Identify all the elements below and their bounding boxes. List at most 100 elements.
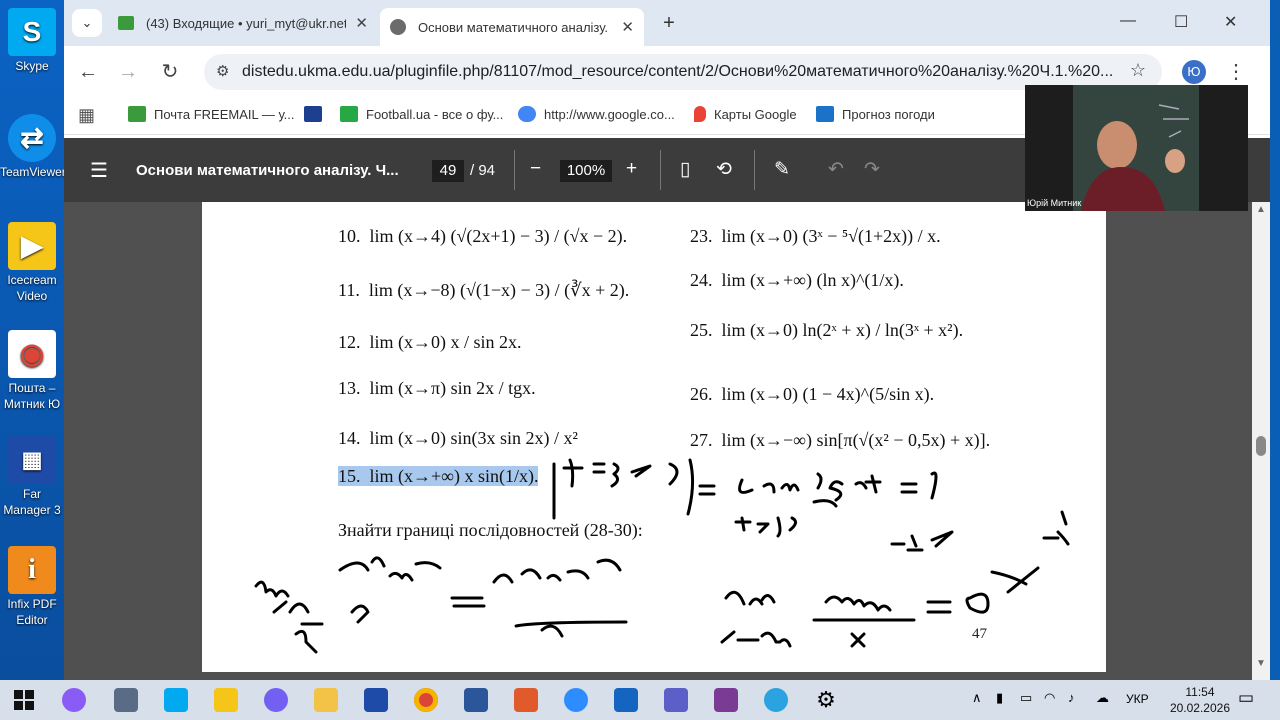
desktop-icon-mail[interactable]: ◉ Пошта – Митник Ю — [0, 330, 64, 412]
calculator-icon[interactable] — [114, 688, 138, 712]
word-icon[interactable] — [464, 688, 488, 712]
divider — [514, 150, 515, 190]
page-number-input[interactable]: 49 — [432, 160, 464, 182]
far-taskbar-icon[interactable] — [364, 688, 388, 712]
tab-pdf[interactable]: Основи математичного аналізу. Ч ✕ — [380, 8, 644, 46]
desktop-icon-teamviewer[interactable]: ⇄ TeamViewer — [0, 114, 64, 180]
handwriting-fraction-left — [338, 556, 442, 624]
chrome-taskbar-icon[interactable] — [414, 688, 438, 712]
globe-icon — [390, 19, 406, 35]
rotate-icon[interactable]: ⟲ — [716, 158, 732, 181]
tab-strip: ⌄ (43) Входящие • yuri_myt@ukr.net ✕ Осн… — [64, 0, 1270, 46]
skype-taskbar-icon[interactable] — [164, 688, 188, 712]
fit-page-icon[interactable]: ▯ — [680, 158, 690, 181]
tex-icon[interactable] — [714, 688, 738, 712]
telegram-icon[interactable] — [764, 688, 788, 712]
bookmark-google[interactable]: http://www.google.co... — [518, 106, 675, 122]
presenter-image — [1073, 85, 1199, 211]
desktop-icon-infix[interactable]: i Infix PDF Editor — [0, 546, 64, 628]
hamburger-menu-icon[interactable]: ☰ — [90, 158, 108, 183]
notifications-icon[interactable]: ▭ — [1238, 688, 1254, 708]
football-icon — [340, 106, 358, 122]
handwriting-fraction-right — [812, 595, 916, 648]
skype-icon: S — [8, 8, 56, 56]
scroll-down-icon[interactable]: ▼ — [1256, 658, 1266, 669]
divider — [754, 150, 755, 190]
file-explorer-icon[interactable] — [314, 688, 338, 712]
cloud-icon[interactable]: ☁ — [1096, 690, 1109, 706]
draw-icon[interactable]: ✎ — [774, 158, 790, 181]
pdf-title: Основи математичного аналізу. Ч... — [136, 162, 399, 179]
battery-icon[interactable]: ▮ — [996, 690, 1003, 706]
wifi-icon[interactable]: ◠ — [1044, 690, 1055, 706]
forward-icon[interactable]: → — [114, 58, 142, 86]
reload-icon[interactable]: ↻ — [156, 58, 184, 86]
bookmark-freemail[interactable]: Почта FREEMAIL — у... — [128, 106, 295, 122]
star-icon[interactable]: ☆ — [1130, 60, 1146, 81]
handwriting-equals-zero — [926, 592, 990, 614]
handwriting-side-notes — [890, 510, 1070, 594]
window-close-icon[interactable]: ✕ — [1224, 12, 1237, 32]
new-tab-button[interactable]: + — [654, 8, 684, 38]
address-bar[interactable]: ⚙ distedu.ukma.edu.ua/pluginfile.php/811… — [204, 54, 1162, 90]
menu-dots-icon[interactable]: ⋮ — [1222, 58, 1250, 86]
desktop-icon-icecream[interactable]: ▶ Icecream Video Editor — [0, 222, 64, 304]
language-indicator[interactable]: УКР — [1126, 692, 1149, 706]
network-icon[interactable]: ▭ — [1020, 690, 1032, 706]
settings-gear-icon[interactable]: ⚙ — [814, 688, 838, 712]
far-manager-icon: ▦ — [8, 436, 56, 484]
zoom-input[interactable]: 100% — [560, 160, 612, 182]
page-total: / 94 — [470, 162, 496, 179]
bookmark-football[interactable]: Football.ua - все о фу... — [340, 106, 503, 122]
maximize-icon[interactable]: ☐ — [1174, 12, 1188, 32]
chrome-icon: ◉ — [8, 330, 56, 378]
tab-search-button[interactable]: ⌄ — [72, 9, 102, 37]
zoom-icon[interactable] — [564, 688, 588, 712]
webcam-video — [1073, 85, 1199, 211]
desktop-icon-far[interactable]: ▦ Far Manager 3 — [0, 436, 64, 518]
minimize-icon[interactable]: — — [1120, 12, 1136, 30]
handwriting-equals-1 — [450, 596, 486, 608]
handwriting-fraction-mid — [492, 558, 628, 638]
back-icon[interactable]: ← — [74, 58, 102, 86]
bookmark-weather[interactable]: Прогноз погоди — [816, 106, 935, 122]
teams-icon[interactable] — [664, 688, 688, 712]
viber-icon[interactable] — [264, 688, 288, 712]
redo-icon[interactable]: ↷ — [864, 158, 880, 181]
scroll-up-icon[interactable]: ▲ — [1256, 204, 1266, 215]
close-icon[interactable]: ✕ — [621, 18, 634, 36]
handwriting-lim-left — [254, 580, 324, 654]
site-info-icon[interactable]: ⚙ — [216, 62, 229, 80]
handwriting-solution — [698, 471, 938, 508]
scroll-thumb[interactable] — [1256, 436, 1266, 456]
desktop-icon-skype[interactable]: S Skype — [0, 8, 64, 74]
bookmark-m[interactable] — [304, 106, 330, 122]
desktop: S Skype ⇄ TeamViewer ▶ Icecream Video Ed… — [0, 0, 64, 680]
mail-favicon-icon — [118, 16, 134, 30]
handwriting-bracket-right — [686, 458, 695, 516]
zoom-out-icon[interactable]: − — [530, 158, 541, 180]
whiteboard-icon[interactable] — [614, 688, 638, 712]
webcam-overlay[interactable]: Юрій Митник — [1025, 85, 1248, 211]
teamviewer-icon: ⇄ — [8, 114, 56, 162]
tray-chevron-up-icon[interactable]: ∧ — [972, 690, 982, 706]
mail-icon — [128, 106, 146, 122]
paint-icon[interactable] — [514, 688, 538, 712]
handwriting-substitution — [562, 458, 679, 488]
close-icon[interactable]: ✕ — [355, 14, 368, 32]
zoom-in-icon[interactable]: + — [626, 158, 637, 180]
handwriting-lim-right — [720, 590, 792, 648]
icecream-taskbar-icon[interactable] — [214, 688, 238, 712]
undo-icon[interactable]: ↶ — [828, 158, 844, 181]
pdf-scrollbar[interactable]: ▲ ▼ — [1252, 202, 1270, 680]
infix-pdf-icon: i — [8, 546, 56, 594]
tab-mail[interactable]: (43) Входящие • yuri_myt@ukr.net ✕ — [108, 8, 378, 38]
clock[interactable]: 11:54 20.02.2026 — [1170, 684, 1230, 716]
copilot-icon[interactable] — [62, 688, 86, 712]
windows-start-icon[interactable] — [12, 688, 36, 712]
volume-icon[interactable]: ♪ — [1068, 690, 1075, 705]
profile-avatar[interactable]: Ю — [1182, 60, 1206, 84]
apps-grid-icon[interactable]: ▦ — [78, 105, 95, 126]
bookmark-maps[interactable]: Карты Google — [694, 106, 797, 122]
taskbar: ⚙ ∧ ▮ ▭ ◠ ♪ ☁ УКР 11:54 20.02.2026 ▭ — [0, 680, 1280, 720]
